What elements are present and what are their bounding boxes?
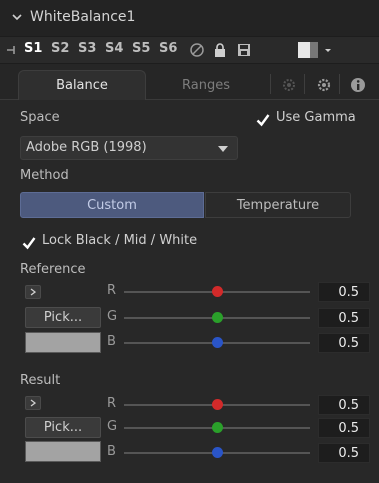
result-r-value[interactable]: 0.5 [318,395,370,415]
slot-s3[interactable]: S3 [78,41,96,56]
pin-icon[interactable] [6,44,18,56]
result-pick-button[interactable]: Pick... [25,417,101,438]
chevron-right-icon [30,399,36,407]
lock-icon[interactable] [212,42,228,58]
reference-r-slider-handle[interactable] [212,286,223,297]
method-label: Method [20,168,69,183]
reference-b-slider-handle[interactable] [212,337,223,348]
tool-title: WhiteBalance1 [30,9,136,25]
slot-s5[interactable]: S5 [132,41,150,56]
save-icon[interactable] [236,42,252,58]
chevron-down-icon [218,146,228,152]
reference-color-swatch[interactable] [25,332,101,353]
result-b-value[interactable]: 0.5 [318,443,370,463]
reference-r-value[interactable]: 0.5 [318,282,370,302]
reference-g-slider-handle[interactable] [212,312,223,323]
gear-icon[interactable] [316,77,332,93]
reference-pick-button[interactable]: Pick... [25,307,101,328]
tab-balance[interactable]: Balance [18,70,146,100]
reference-g-label: G [107,309,118,324]
space-dropdown-value: Adobe RGB (1998) [26,140,147,155]
collapse-chevron-icon[interactable] [12,12,22,22]
result-g-value[interactable]: 0.5 [318,418,370,438]
disable-icon[interactable] [189,42,205,58]
method-custom-button[interactable]: Custom [20,192,204,218]
slot-s2[interactable]: S2 [51,41,69,56]
reference-b-value[interactable]: 0.5 [318,333,370,353]
result-g-slider-handle[interactable] [212,422,223,433]
reference-r-label: R [107,283,117,298]
lock-label: Lock Black / Mid / White [42,233,198,248]
lock-black-mid-white-checkbox[interactable] [22,236,36,250]
result-label: Result [20,373,61,388]
slot-s4[interactable]: S4 [105,41,123,56]
slot-s6[interactable]: S6 [159,41,177,56]
result-r-slider-handle[interactable] [212,399,223,410]
result-g-label: G [107,419,118,434]
settings-tab-icon[interactable] [281,77,297,93]
tab-divider [339,74,340,94]
slot-s1[interactable]: S1 [24,41,42,56]
result-color-swatch[interactable] [25,441,101,462]
reference-g-value[interactable]: 0.5 [318,308,370,328]
tab-divider [304,74,305,94]
result-b-slider-handle[interactable] [212,447,223,458]
result-b-label: B [107,444,116,459]
tab-ranges[interactable]: Ranges [150,70,262,100]
info-icon[interactable] [350,77,366,93]
tab-divider [270,74,271,94]
use-gamma-label: Use Gamma [276,110,356,125]
use-gamma-checkbox[interactable] [256,113,270,127]
reference-label: Reference [20,262,86,277]
chevron-right-icon [30,288,36,296]
method-temperature-button[interactable]: Temperature [205,192,351,218]
space-label: Space [20,110,60,125]
result-r-label: R [107,396,117,411]
reference-b-label: B [107,334,116,349]
color-swatch-menu-icon[interactable] [296,42,336,58]
